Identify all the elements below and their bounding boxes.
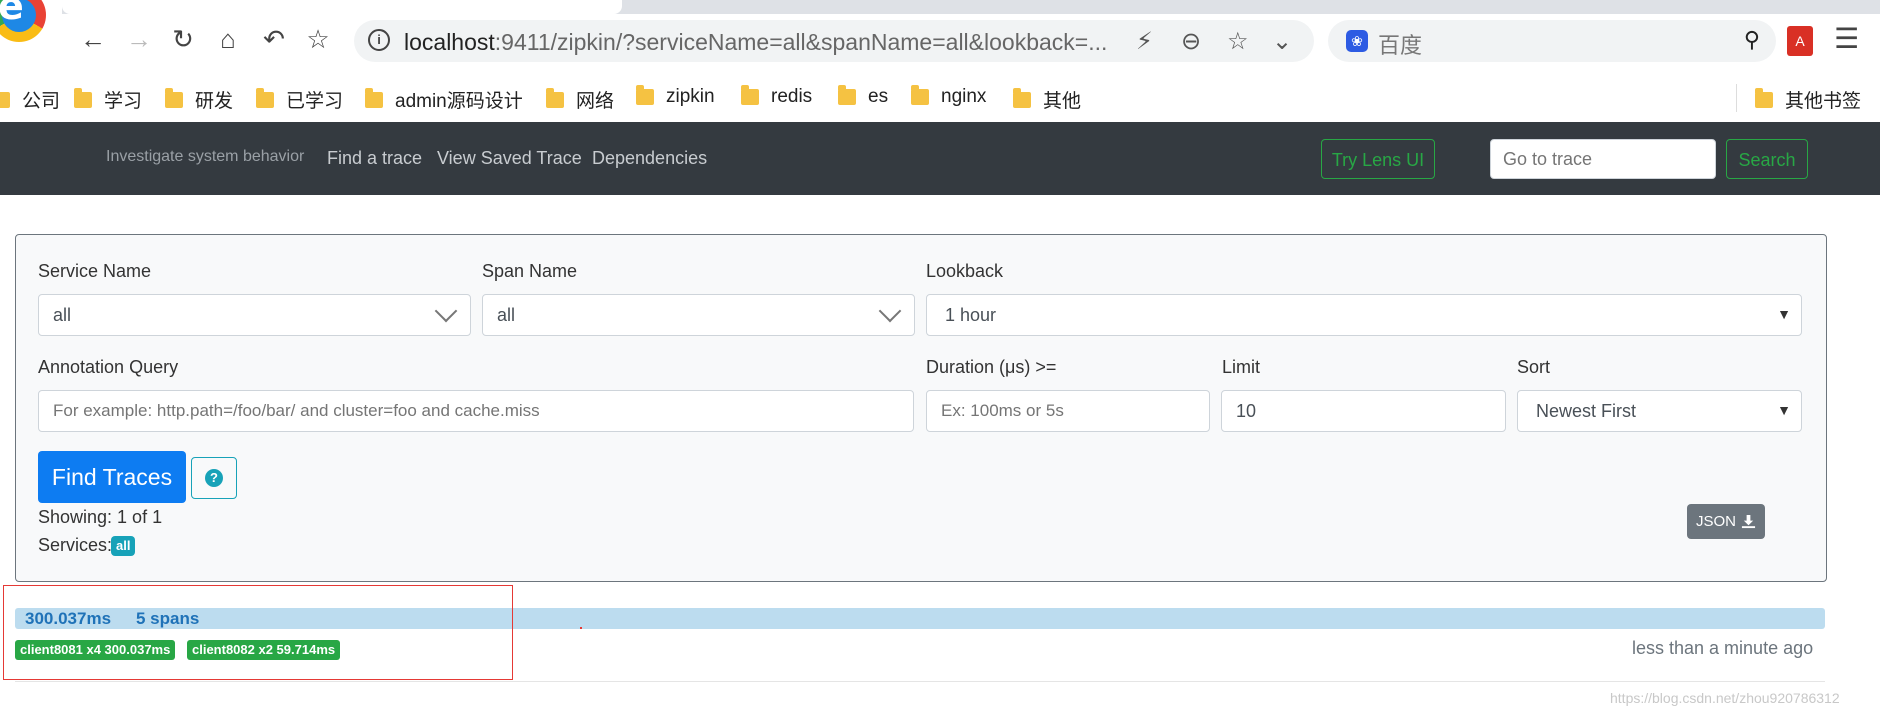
trace-time-ago: less than a minute ago bbox=[1632, 638, 1814, 658]
sort-value: Newest First bbox=[1536, 400, 1637, 421]
tab-strip bbox=[62, 0, 1880, 14]
question-circle-icon: ? bbox=[205, 469, 223, 487]
info-icon[interactable]: i bbox=[368, 29, 390, 51]
folder-icon bbox=[0, 91, 10, 108]
duration-input[interactable] bbox=[926, 390, 1210, 432]
bookmark-item[interactable]: zipkin bbox=[636, 85, 715, 108]
span-name-label: Span Name bbox=[482, 261, 578, 281]
folder-icon bbox=[911, 85, 929, 105]
caret-down-icon: ▼ bbox=[1777, 402, 1791, 418]
duration-label: Duration (μs) >= bbox=[926, 357, 1057, 377]
folder-icon bbox=[74, 87, 92, 108]
nav-find-trace[interactable]: Find a trace bbox=[327, 148, 422, 169]
lookback-value: 1 hour bbox=[945, 304, 997, 325]
folder-icon bbox=[165, 87, 183, 108]
caret-down-icon: ▼ bbox=[1777, 306, 1791, 322]
folder-icon bbox=[636, 85, 654, 105]
span-name-value: all bbox=[497, 304, 516, 325]
browser-toolbar: e ← → ↻ ⌂ ↶ ☆ i localhost:9411/zipkin/?s… bbox=[0, 0, 1880, 72]
try-lens-ui-button[interactable]: Try Lens UI bbox=[1321, 139, 1435, 179]
nav-view-saved-trace[interactable]: View Saved Trace bbox=[437, 148, 582, 169]
find-traces-button[interactable]: Find Traces bbox=[38, 451, 186, 503]
watermark: https://blog.csdn.net/zhou920786312 bbox=[1610, 690, 1840, 706]
bookmark-item[interactable]: 学习 bbox=[74, 86, 142, 113]
annotation-query-label: Annotation Query bbox=[38, 357, 179, 377]
annotation-query-input[interactable] bbox=[38, 390, 914, 432]
span-name-select[interactable]: all bbox=[482, 294, 915, 336]
download-icon bbox=[1741, 514, 1756, 529]
search-icon[interactable]: ⚲ bbox=[1744, 27, 1760, 53]
folder-icon bbox=[365, 87, 383, 108]
lookback-select[interactable]: 1 hour ▼ bbox=[926, 294, 1802, 336]
help-button[interactable]: ? bbox=[191, 457, 237, 499]
bookmark-star-icon[interactable]: ☆ bbox=[1227, 27, 1249, 56]
folder-icon bbox=[546, 87, 564, 108]
bookmark-item[interactable]: 公司 bbox=[0, 86, 60, 113]
folder-icon bbox=[256, 87, 274, 108]
bookmarks-bar: 公司 学习 研发 已学习 admin源码设计 网络 zipkin redis e… bbox=[0, 80, 1880, 116]
forward-icon[interactable]: → bbox=[122, 22, 156, 56]
browser-search-box[interactable]: ❀ 百度 ⚲ bbox=[1328, 20, 1776, 62]
json-download-button[interactable]: JSON bbox=[1687, 504, 1765, 539]
bookmark-item[interactable]: admin源码设计 bbox=[365, 86, 523, 113]
highlight-box bbox=[3, 585, 513, 680]
lookback-label: Lookback bbox=[926, 261, 1004, 281]
limit-label: Limit bbox=[1222, 357, 1261, 377]
undo-icon[interactable]: ↶ bbox=[257, 22, 291, 56]
service-badge-all[interactable]: all bbox=[111, 536, 136, 556]
browser-logo-icon: e bbox=[0, 0, 46, 42]
bookmark-item[interactable]: 已学习 bbox=[256, 86, 343, 113]
annotation-dot bbox=[580, 627, 582, 629]
bookmark-item[interactable]: 研发 bbox=[165, 86, 233, 113]
reload-icon[interactable]: ↻ bbox=[166, 22, 200, 56]
bookmark-item[interactable]: 网络 bbox=[546, 86, 614, 113]
limit-value: 10 bbox=[1236, 400, 1257, 421]
folder-icon bbox=[741, 85, 759, 105]
json-label: JSON bbox=[1695, 513, 1736, 530]
bookmark-item[interactable]: es bbox=[838, 85, 888, 108]
service-name-label: Service Name bbox=[38, 261, 152, 281]
lightning-icon[interactable]: ⚡ bbox=[1136, 27, 1153, 56]
folder-icon bbox=[838, 85, 856, 105]
search-placeholder: 百度 bbox=[1378, 33, 1423, 58]
go-to-trace-input[interactable] bbox=[1490, 139, 1716, 179]
bookmark-item[interactable]: 其他 bbox=[1013, 86, 1081, 113]
chevron-down-icon bbox=[434, 299, 458, 323]
sort-select[interactable]: Newest First ▼ bbox=[1517, 390, 1802, 432]
url-text[interactable]: localhost:9411/zipkin/?serviceName=all&s… bbox=[404, 29, 1107, 56]
back-icon[interactable]: ← bbox=[76, 22, 110, 56]
showing-count: Showing: 1 of 1 bbox=[38, 507, 163, 527]
search-button[interactable]: Search bbox=[1726, 139, 1808, 179]
menu-icon[interactable]: ☰ bbox=[1834, 22, 1859, 55]
bookmarks-divider bbox=[1736, 84, 1737, 112]
result-divider bbox=[15, 681, 1825, 682]
other-bookmarks[interactable]: 其他书签 bbox=[1755, 86, 1861, 113]
baidu-paw-icon: ❀ bbox=[1346, 30, 1368, 52]
bookmark-item[interactable]: nginx bbox=[911, 85, 986, 108]
folder-icon bbox=[1755, 87, 1773, 108]
home-icon[interactable]: ⌂ bbox=[211, 22, 245, 56]
address-bar[interactable]: i localhost:9411/zipkin/?serviceName=all… bbox=[354, 20, 1314, 62]
service-name-select[interactable]: all bbox=[38, 294, 471, 336]
zoom-out-icon[interactable]: ⊖ bbox=[1181, 27, 1201, 56]
pdf-icon[interactable]: A bbox=[1787, 26, 1813, 56]
sort-label: Sort bbox=[1517, 357, 1551, 377]
limit-input[interactable]: 10 bbox=[1221, 390, 1506, 432]
services-label: Services: bbox=[38, 535, 113, 555]
bookmark-item[interactable]: redis bbox=[741, 85, 812, 108]
nav-dependencies[interactable]: Dependencies bbox=[592, 148, 707, 169]
active-tab[interactable] bbox=[62, 0, 622, 14]
favorite-star-icon[interactable]: ☆ bbox=[301, 22, 335, 56]
chevron-down-icon bbox=[878, 299, 902, 323]
folder-icon bbox=[1013, 87, 1031, 108]
navbar-tagline: Investigate system behavior bbox=[106, 148, 305, 165]
service-name-value: all bbox=[53, 304, 72, 325]
chevron-down-icon[interactable]: ⌄ bbox=[1272, 27, 1292, 56]
zipkin-navbar: Investigate system behavior Find a trace… bbox=[0, 122, 1880, 195]
